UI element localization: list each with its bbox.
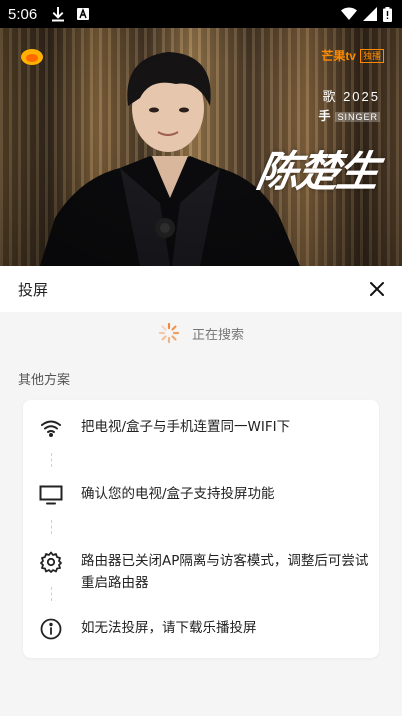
- close-icon: [370, 282, 384, 296]
- spinner-icon: [158, 322, 180, 344]
- step-text: 如无法投屏，请下载乐播投屏: [81, 620, 257, 636]
- show-title: 歌 2025 手 SINGER: [318, 86, 380, 124]
- step-item: 确认您的电视/盒子支持投屏功能: [39, 483, 371, 507]
- searching-indicator: 正在搜索: [0, 322, 402, 344]
- step-text: 把电视/盒子与手机连置同一WIFI下: [81, 419, 291, 435]
- searching-text: 正在搜索: [191, 327, 244, 343]
- show-title-line2: 手: [318, 109, 332, 123]
- singer-name: 陈楚生: [253, 147, 382, 196]
- gear-icon: [39, 550, 63, 574]
- info-icon: [39, 617, 63, 641]
- wifi-icon: [341, 7, 357, 21]
- step-item: 如无法投屏，请下载乐播投屏: [39, 617, 371, 641]
- show-title-badge: SINGER: [335, 112, 380, 122]
- step-text: 路由器已关闭AP隔离与访客模式，调整后可尝试重启路由器: [81, 553, 369, 591]
- other-solutions-label: 其他方案: [18, 373, 71, 388]
- video-player[interactable]: 芒果tv 独播 歌 2025 手 SINGER 陈楚生: [0, 28, 402, 266]
- panel-title: 投屏: [18, 280, 49, 299]
- close-button[interactable]: [366, 278, 388, 300]
- signal-icon: [363, 7, 377, 21]
- channel-logo-icon: [21, 49, 43, 65]
- step-item: 把电视/盒子与手机连置同一WIFI下: [39, 416, 371, 440]
- show-title-line1: 歌 2025: [322, 89, 380, 104]
- status-bar: 5:06: [0, 0, 402, 28]
- wifi-icon: [39, 416, 63, 440]
- step-text: 确认您的电视/盒子支持投屏功能: [81, 486, 275, 502]
- brand-logo: 芒果tv 独播: [321, 47, 384, 64]
- font-a-icon: [77, 8, 90, 20]
- brand-badge: 独播: [359, 48, 384, 63]
- status-time: 5:06: [8, 5, 38, 23]
- battery-icon: [383, 6, 392, 22]
- download-icon: [51, 6, 65, 22]
- cast-panel-header: 投屏: [0, 266, 402, 312]
- troubleshooting-card: 把电视/盒子与手机连置同一WIFI下 确认您的电视/盒子支持投屏功能 路由器已关…: [23, 400, 379, 658]
- monitor-icon: [39, 483, 63, 507]
- brand-name: 芒果tv: [321, 49, 356, 63]
- step-item: 路由器已关闭AP隔离与访客模式，调整后可尝试重启路由器: [39, 550, 371, 594]
